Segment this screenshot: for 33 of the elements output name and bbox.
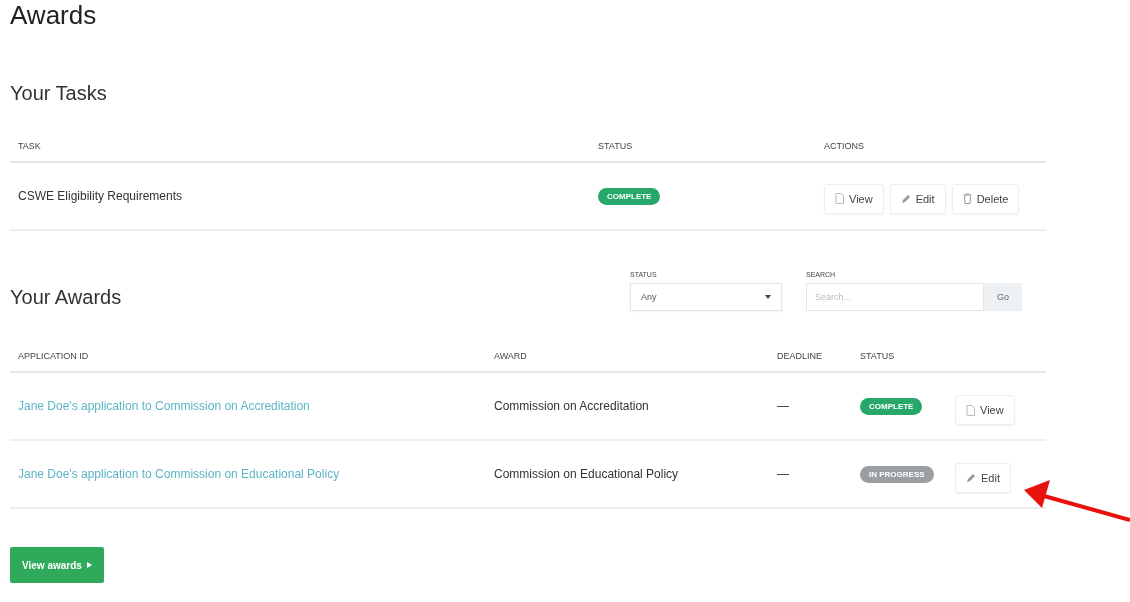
view-button[interactable]: View [955, 395, 1015, 425]
deadline-value: — [777, 399, 789, 413]
section-title: Your Awards [10, 286, 123, 310]
search-field[interactable]: Search... [806, 283, 984, 311]
document-icon [966, 404, 975, 416]
edit-button[interactable]: Edit [889, 184, 946, 215]
column-header: TASK [18, 141, 41, 151]
go-button[interactable]: Go [984, 283, 1022, 311]
view-button[interactable]: View [824, 183, 884, 214]
status-badge: COMPLETE [860, 397, 923, 415]
award-name: Commission on Accreditation [494, 399, 649, 413]
pencil-icon [900, 194, 911, 205]
delete-button[interactable]: Delete [951, 183, 1020, 214]
column-header: DEADLINE [777, 351, 822, 361]
deadline-value: — [777, 467, 789, 481]
award-name: Commission on Educational Policy [494, 467, 679, 481]
column-header: ACTIONS [824, 141, 864, 151]
caret-icon [765, 295, 771, 299]
page-title: Awards [10, 0, 98, 30]
column-header: STATUS [598, 141, 633, 151]
status-badge: IN PROGRESS [860, 465, 934, 483]
caret-icon [86, 562, 92, 568]
pencil-icon [966, 473, 976, 483]
section-title: Your Tasks [10, 82, 108, 105]
status-badge: COMPLETE [598, 187, 661, 205]
column-header: AWARD [494, 351, 527, 361]
document-icon [835, 193, 844, 205]
trash-icon [962, 193, 972, 205]
column-header: APPLICATION ID [18, 351, 89, 361]
column-header: STATUS [860, 351, 895, 361]
status-dropdown[interactable]: Any [630, 283, 782, 311]
task-name: CSWE Eligibility Requirements [18, 189, 183, 203]
edit-button[interactable]: Edit [955, 463, 1011, 493]
